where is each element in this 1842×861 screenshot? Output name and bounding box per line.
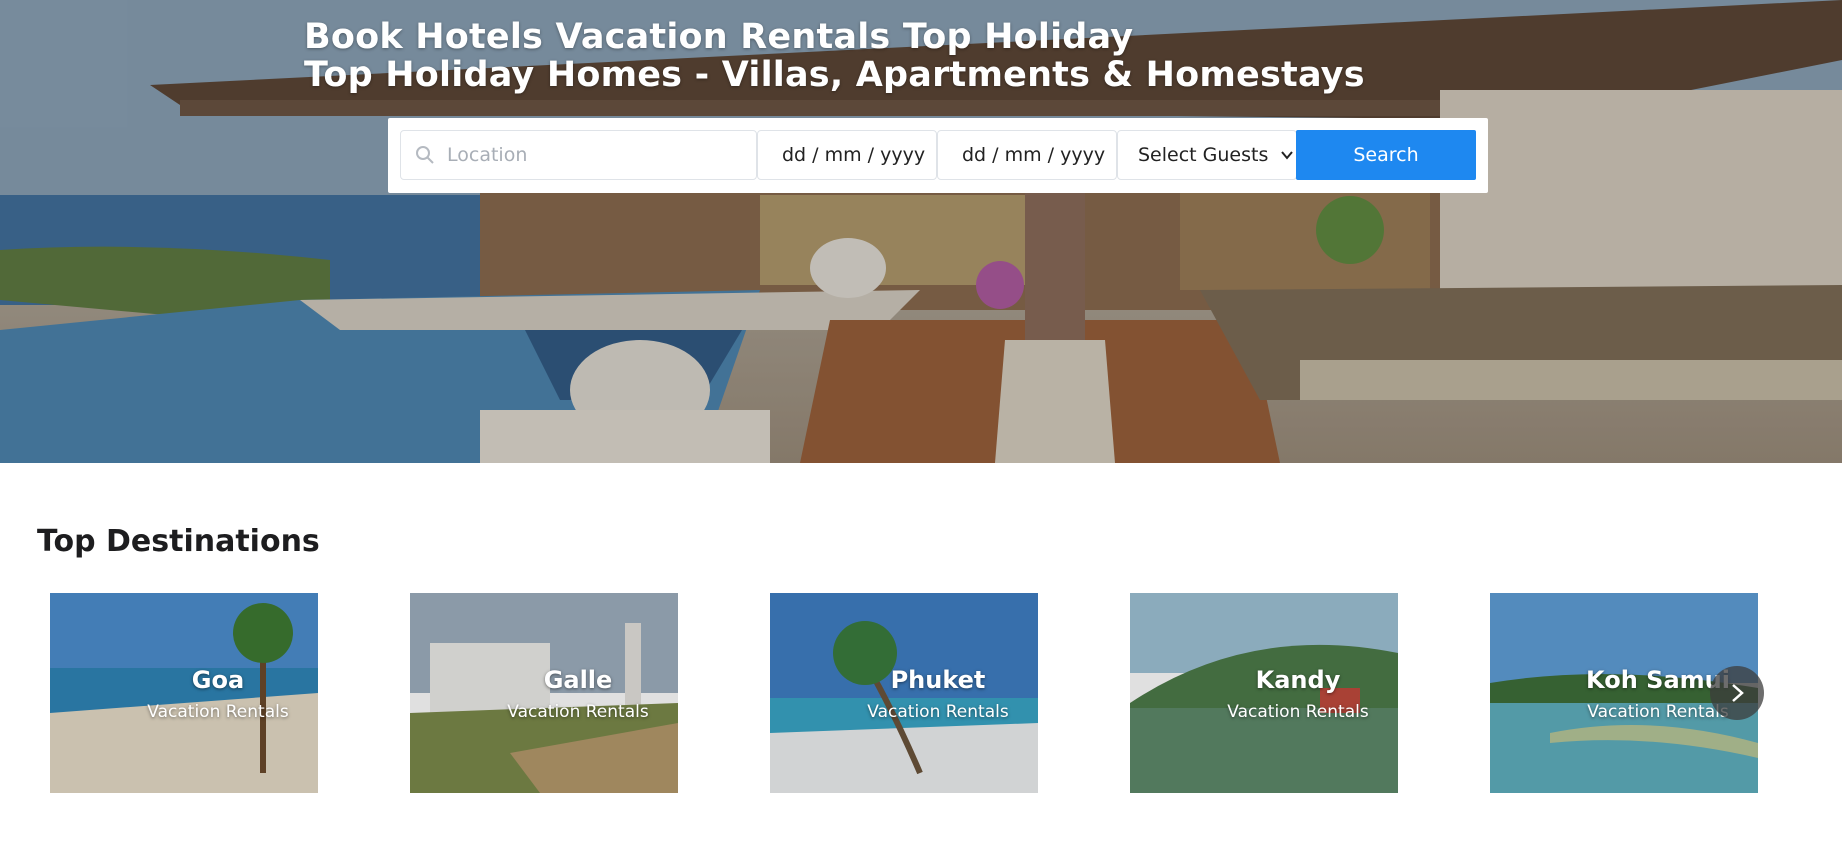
- hero-title: Book Hotels Vacation Rentals Top Holiday…: [304, 18, 1365, 94]
- location-input[interactable]: Location: [400, 130, 757, 180]
- search-icon: [416, 146, 434, 164]
- destination-subtitle: Vacation Rentals: [867, 702, 1009, 722]
- hero-title-line-1: Book Hotels Vacation Rentals Top Holiday: [304, 17, 1134, 57]
- hero-title-line-2: Top Holiday Homes - Villas, Apartments &…: [304, 55, 1365, 95]
- guests-select[interactable]: Select Guests: [1117, 130, 1297, 180]
- section-title: Top Destinations: [37, 524, 320, 559]
- hero-banner: Book Hotels Vacation Rentals Top Holiday…: [0, 0, 1842, 463]
- carousel-next-button[interactable]: [1710, 666, 1764, 720]
- destination-subtitle: Vacation Rentals: [147, 702, 289, 722]
- destination-name: Goa: [191, 666, 245, 694]
- destination-card-galle[interactable]: Galle Vacation Rentals: [410, 593, 678, 793]
- checkout-date-input[interactable]: dd / mm / yyyy: [937, 130, 1117, 180]
- destination-name: Galle: [543, 666, 613, 694]
- destination-card-kandy[interactable]: Kandy Vacation Rentals: [1130, 593, 1398, 793]
- destination-subtitle: Vacation Rentals: [1227, 702, 1369, 722]
- destination-name: Phuket: [890, 666, 986, 694]
- destination-name: Kandy: [1255, 666, 1341, 694]
- guests-select-label: Select Guests: [1138, 144, 1269, 166]
- destination-card-phuket[interactable]: Phuket Vacation Rentals: [770, 593, 1038, 793]
- location-placeholder: Location: [447, 144, 528, 166]
- search-button[interactable]: Search: [1296, 130, 1476, 180]
- checkin-date-input[interactable]: dd / mm / yyyy: [757, 130, 937, 180]
- destination-subtitle: Vacation Rentals: [507, 702, 649, 722]
- chevron-down-icon: [1281, 151, 1294, 160]
- search-bar: Location dd / mm / yyyy dd / mm / yyyy S…: [388, 118, 1488, 193]
- chevron-right-icon: [1732, 684, 1744, 702]
- destination-card-goa[interactable]: Goa Vacation Rentals: [50, 593, 318, 793]
